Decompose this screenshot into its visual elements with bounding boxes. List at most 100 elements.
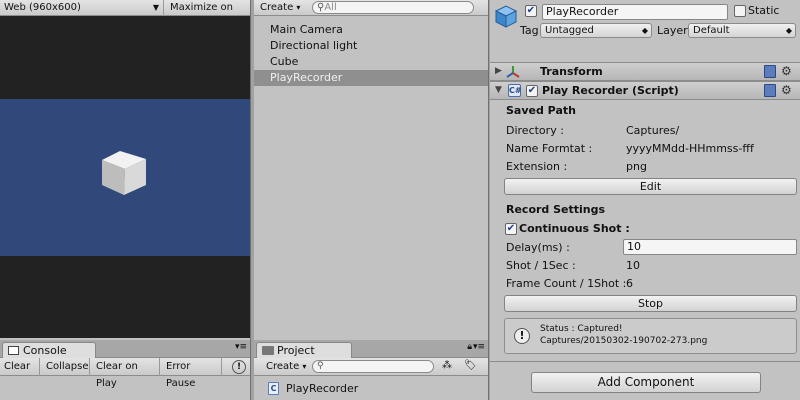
transform-label: Transform	[540, 65, 603, 78]
clear-button-label: Clear	[4, 361, 31, 372]
stop-button-label: Stop	[637, 297, 663, 310]
chevron-updown-icon: ◆	[641, 26, 648, 35]
hierarchy-item-cube[interactable]: Cube	[254, 54, 488, 70]
add-component-label: Add Component	[597, 375, 695, 389]
tab-console[interactable]: Console	[2, 342, 96, 359]
chevron-down-icon: ▼	[152, 3, 159, 12]
panel-menu-icon[interactable]: ▾≡	[235, 342, 247, 352]
edit-button-label: Edit	[639, 180, 662, 193]
info-icon[interactable]: !	[232, 360, 246, 374]
hierarchy-panel: Create ▾ ⚲All Main Camera Directional li…	[254, 0, 488, 340]
delay-value: 10	[627, 240, 641, 253]
gear-icon[interactable]: ⚙	[781, 83, 792, 97]
gameobject-icon	[494, 4, 518, 28]
clear-on-play-label: Clear on Play	[96, 361, 138, 389]
saved-path-title: Saved Path	[506, 104, 576, 117]
search-placeholder: All	[324, 2, 337, 13]
collapse-arrow-icon[interactable]: ▼	[495, 85, 502, 95]
maximize-on-play-toggle[interactable]: Maximize on Play	[166, 0, 250, 28]
console-panel: Console ▾≡ Clear Collapse Clear on Play …	[0, 340, 250, 400]
expand-arrow-icon[interactable]: ▶	[495, 66, 502, 76]
script-icon: C#	[508, 84, 522, 97]
static-label: Static	[748, 4, 780, 17]
hierarchy-item-label: Directional light	[270, 39, 358, 52]
shot-per-sec-value: 10	[626, 259, 640, 272]
filter-by-type-icon[interactable]: ⁂	[442, 360, 460, 374]
stop-button[interactable]: Stop	[504, 295, 797, 312]
search-icon: ⚲	[317, 361, 324, 371]
object-name-value: PlayRecorder	[546, 5, 619, 18]
help-book-icon[interactable]	[764, 84, 776, 97]
error-pause-button[interactable]: Error Pause	[162, 358, 222, 389]
project-panel: Project 🔒︎ ▾≡ Create ▾ ⚲ ⁂ 🏷︎ C PlayReco…	[254, 340, 488, 400]
game-view-toolbar: Web (960x600) ▼ Maximize on Play	[0, 0, 250, 28]
project-item-playrecorder[interactable]: PlayRecorder	[286, 382, 358, 396]
hierarchy-search-input[interactable]: ⚲All	[312, 1, 474, 14]
continuous-shot-label: Continuous Shot :	[519, 222, 630, 235]
clear-on-play-button[interactable]: Clear on Play	[92, 358, 160, 389]
script-file-icon: C	[268, 382, 282, 396]
cube-render	[102, 151, 146, 195]
panel-divider[interactable]	[250, 0, 251, 400]
edit-button[interactable]: Edit	[504, 178, 797, 195]
gear-icon[interactable]: ⚙	[781, 64, 792, 78]
active-checkbox[interactable]: ✔	[525, 5, 537, 17]
chevron-down-icon: ▾	[296, 3, 301, 12]
console-tab-row: Console ▾≡	[0, 340, 250, 359]
game-view-panel: Web (960x600) ▼ Maximize on Play	[0, 0, 250, 340]
panel-divider[interactable]	[488, 0, 489, 400]
hierarchy-create-dropdown[interactable]: Create ▾	[260, 0, 300, 16]
status-box: ! Status : Captured! Captures/20150302-1…	[504, 318, 797, 354]
console-toolbar: Clear Collapse Clear on Play Error Pause…	[0, 358, 250, 389]
lock-icon[interactable]: 🔒︎	[467, 342, 472, 352]
hierarchy-item-label: PlayRecorder	[270, 71, 343, 84]
add-component-button[interactable]: Add Component	[531, 372, 761, 393]
object-name-field[interactable]: PlayRecorder	[542, 4, 728, 20]
delay-input[interactable]: 10	[623, 239, 797, 255]
tag-label: Tag	[520, 24, 539, 37]
transform-component-header[interactable]: ▶ Transform ⚙	[490, 62, 800, 81]
layer-dropdown[interactable]: Default ◆	[688, 23, 796, 38]
hierarchy-item-directional-light[interactable]: Directional light	[254, 38, 488, 54]
project-create-label: Create	[266, 361, 300, 372]
script-enabled-checkbox[interactable]: ✔	[526, 85, 538, 97]
status-line-1: Status : Captured!	[540, 324, 623, 334]
tag-value: Untagged	[545, 25, 594, 36]
script-label: Play Recorder (Script)	[542, 84, 679, 97]
console-tab-label: Console	[23, 344, 67, 357]
game-viewport[interactable]	[0, 16, 250, 338]
directory-label: Directory :	[506, 124, 564, 137]
panel-menu-icon[interactable]: ▾≡	[473, 342, 485, 352]
resolution-dropdown[interactable]: Web (960x600) ▼	[0, 0, 164, 16]
tab-project[interactable]: Project	[256, 342, 352, 359]
hierarchy-item-label: Main Camera	[270, 23, 343, 36]
name-format-label: Name Formtat :	[506, 142, 593, 155]
help-book-icon[interactable]	[764, 65, 776, 78]
hierarchy-item-playrecorder[interactable]: PlayRecorder	[254, 70, 488, 86]
project-search-input[interactable]: ⚲	[312, 360, 434, 373]
chevron-down-icon: ▾	[302, 362, 307, 371]
project-item-label: PlayRecorder	[286, 382, 359, 395]
filter-by-label-icon[interactable]: 🏷︎	[464, 360, 482, 374]
info-icon: !	[514, 328, 530, 344]
resolution-label: Web (960x600)	[4, 2, 81, 13]
tag-dropdown[interactable]: Untagged ◆	[540, 23, 652, 38]
static-checkbox[interactable]	[734, 5, 746, 17]
hierarchy-toolbar: Create ▾ ⚲All	[254, 0, 488, 16]
script-component-header[interactable]: ▼ C# ✔ Play Recorder (Script) ⚙	[490, 81, 800, 100]
project-create-dropdown[interactable]: Create ▾	[262, 358, 308, 376]
inspector-panel: ✔ PlayRecorder Static Tag Untagged ◆ Lay…	[490, 0, 800, 400]
collapse-button[interactable]: Collapse	[42, 358, 90, 376]
frame-count-value: 6	[626, 277, 633, 290]
delay-label: Delay(ms) :	[506, 241, 570, 254]
continuous-shot-checkbox[interactable]: ✔	[505, 223, 517, 235]
frame-count-label: Frame Count / 1Shot :	[506, 277, 627, 290]
folder-icon	[262, 346, 274, 355]
hierarchy-item-main-camera[interactable]: Main Camera	[254, 22, 488, 38]
extension-label: Extension :	[506, 160, 568, 173]
clear-button[interactable]: Clear	[0, 358, 40, 376]
hierarchy-create-label: Create	[260, 2, 294, 13]
record-settings-title: Record Settings	[506, 203, 606, 216]
divider	[490, 361, 800, 362]
status-line-2: Captures/20150302-190702-273.png	[540, 336, 708, 346]
